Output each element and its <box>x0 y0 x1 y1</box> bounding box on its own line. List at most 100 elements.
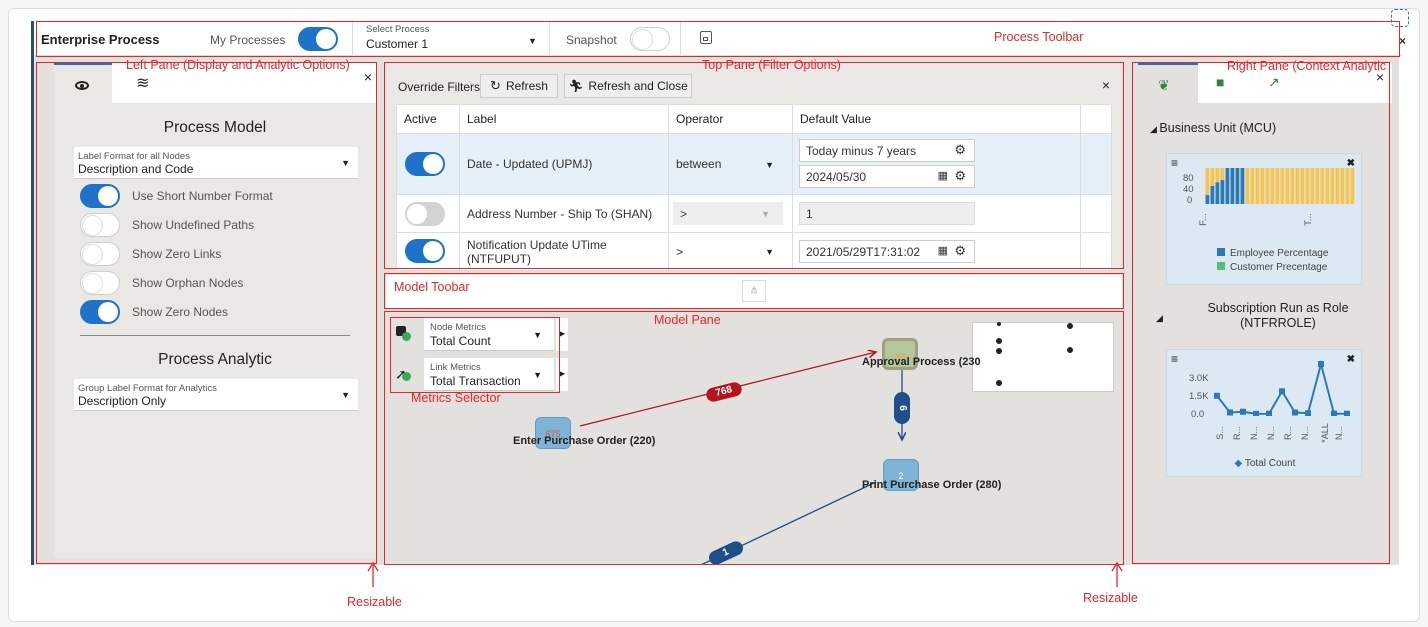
node-metrics-expand[interactable]: ▶ <box>556 318 568 351</box>
option-row[interactable]: Show Undefined Paths <box>80 212 350 238</box>
operator-cell[interactable]: > ▼ <box>668 232 793 271</box>
chevron-down-icon[interactable]: ▼ <box>341 390 350 400</box>
refresh-close-label: Refresh and Close <box>588 79 688 93</box>
active-toggle[interactable] <box>405 152 445 176</box>
data-point[interactable] <box>1292 409 1298 416</box>
link-metrics-expand[interactable]: ▶ <box>556 358 568 391</box>
chevron-down-icon[interactable]: ▼ <box>765 160 774 170</box>
bar[interactable] <box>1205 195 1210 204</box>
refresh-and-close-button[interactable]: 🏃︎ Refresh and Close <box>564 74 692 98</box>
active-toggle[interactable] <box>405 202 445 226</box>
calendar-icon[interactable]: ▦ <box>938 169 948 182</box>
legend-item[interactable]: Customer Precentage <box>1217 262 1327 273</box>
calendar-clock-icon[interactable]: ▦ <box>938 244 948 257</box>
bar[interactable] <box>1220 180 1225 204</box>
close-icon[interactable]: × <box>1102 77 1110 93</box>
value-input-1[interactable]: 1 <box>799 202 975 225</box>
chevron-down-icon[interactable]: ▼ <box>533 370 542 380</box>
option-row[interactable]: Use Short Number Format <box>80 183 350 209</box>
operator-select[interactable]: > ▼ <box>673 202 783 225</box>
screenshot-capture-icon[interactable] <box>1391 9 1409 27</box>
data-point[interactable] <box>1331 410 1337 416</box>
legend-item[interactable]: ◆ Total Count <box>1167 458 1363 469</box>
bar-rest <box>1245 168 1250 204</box>
bar[interactable] <box>1225 168 1230 204</box>
gear-icon[interactable]: ⚙ <box>954 168 966 184</box>
chevron-down-icon[interactable]: ▼ <box>761 209 770 219</box>
model-pane: 768 6 1 80 Approval Process (230 675 Ent… <box>386 312 1122 565</box>
select-process-value[interactable]: Customer 1 <box>366 37 428 51</box>
option-toggle[interactable] <box>80 242 120 266</box>
right-pane: ❦ ■ ↗ × ◢ Business Unit (MCU) ≡ ✖ 80 40 … <box>1138 63 1392 558</box>
app-title: Enterprise Process <box>41 32 160 47</box>
chevron-down-icon[interactable]: ▼ <box>528 36 537 46</box>
data-point[interactable] <box>1266 410 1272 416</box>
table-row[interactable]: Notification Update UTime (NTFUPUT) > ▼ … <box>396 232 1112 271</box>
network-icon[interactable]: ⋔ <box>742 280 766 302</box>
data-point[interactable] <box>1253 410 1259 416</box>
close-icon[interactable]: × <box>1399 34 1406 48</box>
value-input-2[interactable]: 2024/05/30 ▦ ⚙ <box>799 165 975 188</box>
gear-icon[interactable]: ⚙ <box>954 142 966 158</box>
option-toggle[interactable] <box>80 271 120 295</box>
link-metrics-select[interactable]: Link Metrics Total Transaction ▼ <box>424 358 554 391</box>
data-point[interactable] <box>1318 361 1324 367</box>
layers-icon[interactable]: ≋ <box>136 73 149 93</box>
operator-cell[interactable]: between ▼ <box>668 133 793 195</box>
operator-cell[interactable]: > ▼ <box>668 194 793 233</box>
link-analytic-icon[interactable]: ↗ <box>1268 74 1280 91</box>
bar[interactable] <box>1240 168 1245 204</box>
save-icon[interactable] <box>700 31 712 44</box>
node-metrics-select[interactable]: Node Metrics Total Count ▼ <box>424 318 554 351</box>
data-point[interactable] <box>1240 408 1246 415</box>
data-point[interactable] <box>1344 410 1350 416</box>
option-toggle[interactable] <box>80 213 120 237</box>
menu-icon[interactable]: ≡ <box>1171 352 1178 366</box>
tab-display[interactable] <box>54 63 112 103</box>
node-analytic-icon[interactable]: ■ <box>1216 74 1224 90</box>
toolbar-divider <box>352 21 353 56</box>
col-label: Label <box>459 104 669 134</box>
table-row[interactable]: Address Number - Ship To (SHAN) > ▼ 1 <box>396 194 1112 233</box>
close-icon[interactable]: × <box>364 69 372 85</box>
group-label-select[interactable]: Group Label Format for Analytics Descrip… <box>74 379 358 411</box>
divider <box>80 335 350 336</box>
chevron-down-icon[interactable]: ▼ <box>533 330 542 340</box>
link-label[interactable]: 6 <box>894 392 910 424</box>
option-row[interactable]: Show Orphan Nodes <box>80 270 350 296</box>
bar-rest <box>1320 168 1325 204</box>
bar[interactable] <box>1230 168 1235 204</box>
bar[interactable] <box>1235 168 1240 204</box>
my-processes-toggle[interactable] <box>298 27 338 51</box>
bar[interactable] <box>1210 186 1215 204</box>
refresh-button[interactable]: ↻ Refresh <box>480 74 558 98</box>
option-row[interactable]: Show Zero Links <box>80 241 350 267</box>
node-label: Enter Purchase Order (220) <box>513 435 656 447</box>
collapse-icon[interactable]: ◢ <box>1150 124 1159 134</box>
bar-rest <box>1290 168 1295 204</box>
tab-context-analytic[interactable]: ❦ <box>1138 63 1198 103</box>
annotation-metrics-selector: Metrics Selector <box>411 391 501 405</box>
snapshot-toggle[interactable] <box>630 27 670 51</box>
value-input-1[interactable]: Today minus 7 years ⚙ <box>799 139 975 162</box>
save-icon-inner <box>703 37 708 41</box>
option-toggle[interactable] <box>80 300 120 324</box>
option-row[interactable]: Show Zero Nodes <box>80 299 350 325</box>
chevron-down-icon[interactable]: ▼ <box>765 247 774 257</box>
data-point[interactable] <box>1214 392 1220 399</box>
active-toggle[interactable] <box>405 239 445 263</box>
gear-icon[interactable]: ⚙ <box>954 243 966 259</box>
chevron-down-icon[interactable]: ▼ <box>341 158 350 168</box>
data-point[interactable] <box>1279 388 1285 395</box>
table-row[interactable]: Date - Updated (UPMJ) between ▼ Today mi… <box>396 133 1112 195</box>
option-toggle[interactable] <box>80 184 120 208</box>
label-format-select[interactable]: Label Format for all Nodes Description a… <box>74 147 358 179</box>
data-point[interactable] <box>1305 410 1311 416</box>
legend-item[interactable]: Employee Percentage <box>1217 248 1328 259</box>
collapse-icon[interactable]: ◢ <box>1156 313 1163 324</box>
value-input-1[interactable]: 2021/05/29T17:31:02 ▦ ⚙ <box>799 240 975 263</box>
operator-value: > <box>680 206 688 221</box>
bar[interactable] <box>1215 182 1220 204</box>
menu-icon[interactable]: ≡ <box>1171 156 1178 170</box>
data-point[interactable] <box>1227 409 1233 416</box>
